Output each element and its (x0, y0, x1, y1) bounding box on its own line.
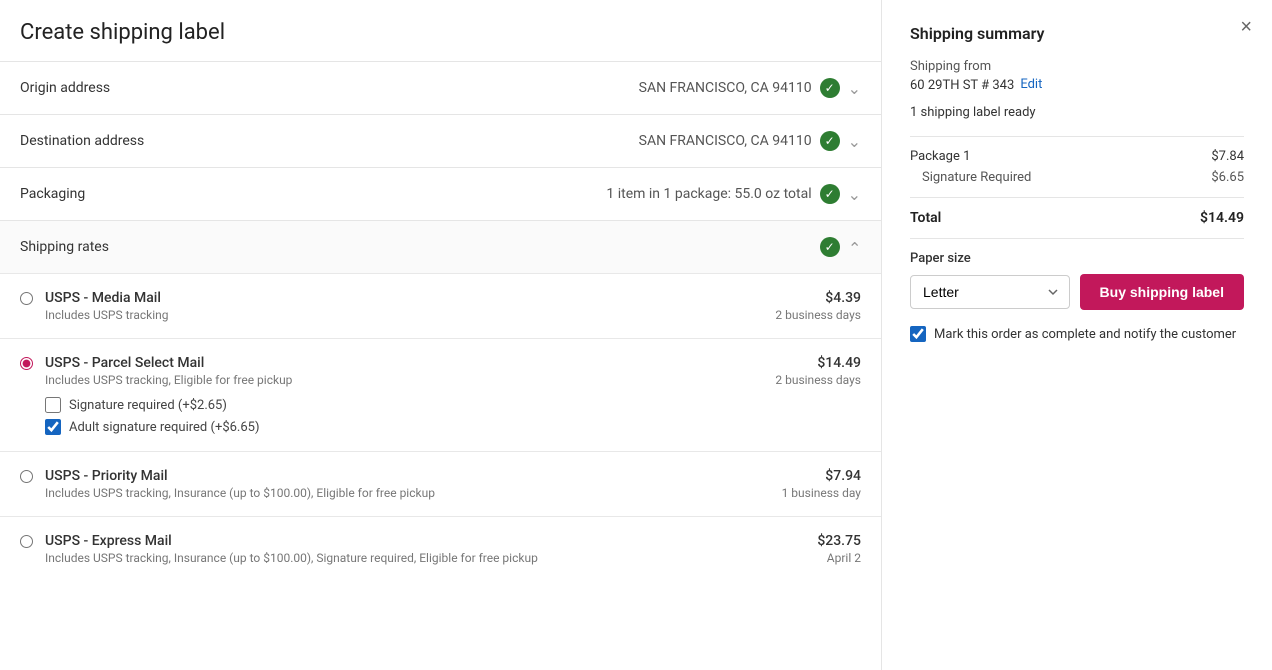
signature-label: Signature Required (922, 170, 1031, 185)
shipping-rates-right: ✓ ⌄ (820, 237, 861, 257)
rate-option-inner-media_mail: USPS - Media Mail Includes USPS tracking… (20, 290, 861, 322)
destination-address-label: Destination address (20, 133, 144, 149)
rate-desc-express_mail: Includes USPS tracking, Insurance (up to… (45, 551, 801, 565)
packaging-row[interactable]: Packaging 1 item in 1 package: 55.0 oz t… (0, 167, 881, 220)
from-label: Shipping from (910, 59, 1244, 74)
package-price: $7.84 (1211, 149, 1244, 164)
packaging-check-icon: ✓ (820, 184, 840, 204)
rate-radio-parcel_select[interactable] (20, 357, 33, 370)
rate-option-inner-express_mail: USPS - Express Mail Includes USPS tracki… (20, 533, 861, 565)
paper-size-row: Letter 4x6 Buy shipping label (910, 274, 1244, 310)
rate-name-media_mail: USPS - Media Mail (45, 290, 759, 306)
rate-desc-priority_mail: Includes USPS tracking, Insurance (up to… (45, 486, 766, 500)
divider-3 (910, 238, 1244, 239)
rate-radio-priority_mail[interactable] (20, 470, 33, 483)
origin-address-label: Origin address (20, 80, 110, 96)
rate-price-col-media_mail: $4.39 2 business days (775, 290, 861, 322)
addon-checkbox-adult_sig[interactable] (45, 419, 61, 435)
from-address: 60 29TH ST # 343 (910, 78, 1014, 93)
origin-address-value: SAN FRANCISCO, CA 94110 (639, 80, 812, 96)
edit-address-link[interactable]: Edit (1020, 77, 1042, 92)
origin-address-right: SAN FRANCISCO, CA 94110 ✓ ⌄ (639, 78, 861, 98)
packaging-value: 1 item in 1 package: 55.0 oz total (606, 186, 811, 202)
buy-label-button[interactable]: Buy shipping label (1080, 274, 1244, 310)
rate-days-priority_mail: 1 business day (782, 486, 861, 500)
destination-check-icon: ✓ (820, 131, 840, 151)
divider-1 (910, 136, 1244, 137)
rate-price-parcel_select: $14.49 (775, 355, 861, 371)
rate-name-express_mail: USPS - Express Mail (45, 533, 801, 549)
addon-row-adult_sig: Adult signature required (+$6.65) (45, 419, 759, 435)
package-label: Package 1 (910, 149, 970, 164)
rate-price-media_mail: $4.39 (775, 290, 861, 306)
rate-details-media_mail: USPS - Media Mail Includes USPS tracking (45, 290, 759, 322)
rate-price-col-priority_mail: $7.94 1 business day (782, 468, 861, 500)
rate-details-priority_mail: USPS - Priority Mail Includes USPS track… (45, 468, 766, 500)
rate-days-media_mail: 2 business days (775, 308, 861, 322)
close-button[interactable]: × (1240, 16, 1252, 39)
rate-addons: Signature required (+$2.65) Adult signat… (45, 397, 759, 435)
destination-address-row[interactable]: Destination address SAN FRANCISCO, CA 94… (0, 114, 881, 167)
signature-line: Signature Required $6.65 (910, 170, 1244, 185)
rate-options-container: USPS - Media Mail Includes USPS tracking… (0, 273, 881, 581)
modal-header: Create shipping label (0, 20, 881, 61)
origin-address-row[interactable]: Origin address SAN FRANCISCO, CA 94110 ✓… (0, 61, 881, 114)
shipping-from-section: Shipping from 60 29TH ST # 343 Edit (910, 59, 1244, 93)
rates-chevron-icon: ⌄ (848, 238, 861, 257)
origin-check-icon: ✓ (820, 78, 840, 98)
signature-price: $6.65 (1211, 170, 1244, 185)
modal-title: Create shipping label (20, 20, 225, 45)
packaging-label: Packaging (20, 186, 85, 202)
modal-container: Create shipping label Origin address SAN… (0, 0, 1272, 670)
total-label: Total (910, 210, 941, 226)
rate-option-media_mail: USPS - Media Mail Includes USPS tracking… (0, 273, 881, 338)
origin-chevron-icon: ⌄ (848, 79, 861, 98)
rate-price-express_mail: $23.75 (817, 533, 861, 549)
summary-title: Shipping summary (910, 24, 1244, 43)
addon-checkbox-sig_required[interactable] (45, 397, 61, 413)
addon-label-adult_sig: Adult signature required (+$6.65) (69, 420, 260, 435)
rate-radio-express_mail[interactable] (20, 535, 33, 548)
rate-option-express_mail: USPS - Express Mail Includes USPS tracki… (0, 516, 881, 581)
label-ready-text: 1 shipping label ready (910, 105, 1244, 120)
rate-name-parcel_select: USPS - Parcel Select Mail (45, 355, 759, 371)
shipping-rates-label: Shipping rates (20, 239, 109, 255)
mark-complete-checkbox[interactable] (910, 326, 926, 342)
destination-chevron-icon: ⌄ (848, 132, 861, 151)
paper-size-select[interactable]: Letter 4x6 (910, 275, 1070, 309)
rate-details-parcel_select: USPS - Parcel Select Mail Includes USPS … (45, 355, 759, 435)
rate-days-parcel_select: 2 business days (775, 373, 861, 387)
mark-complete-row: Mark this order as complete and notify t… (910, 326, 1244, 342)
shipping-rates-header[interactable]: Shipping rates ✓ ⌄ (0, 220, 881, 273)
rate-desc-media_mail: Includes USPS tracking (45, 308, 759, 322)
rate-radio-media_mail[interactable] (20, 292, 33, 305)
rate-option-parcel_select: USPS - Parcel Select Mail Includes USPS … (0, 338, 881, 451)
divider-2 (910, 197, 1244, 198)
destination-address-right: SAN FRANCISCO, CA 94110 ✓ ⌄ (639, 131, 861, 151)
addon-label-sig_required: Signature required (+$2.65) (69, 398, 227, 413)
packaging-right: 1 item in 1 package: 55.0 oz total ✓ ⌄ (606, 184, 861, 204)
rate-days-express_mail: April 2 (817, 551, 861, 565)
rate-name-priority_mail: USPS - Priority Mail (45, 468, 766, 484)
rate-price-priority_mail: $7.94 (782, 468, 861, 484)
addon-row-sig_required: Signature required (+$2.65) (45, 397, 759, 413)
rate-price-col-express_mail: $23.75 April 2 (817, 533, 861, 565)
mark-complete-label: Mark this order as complete and notify t… (934, 327, 1236, 342)
left-panel: Create shipping label Origin address SAN… (0, 0, 882, 670)
package-line: Package 1 $7.84 (910, 149, 1244, 164)
total-line: Total $14.49 (910, 210, 1244, 226)
rate-option-priority_mail: USPS - Priority Mail Includes USPS track… (0, 451, 881, 516)
right-panel: × Shipping summary Shipping from 60 29TH… (882, 0, 1272, 670)
rate-option-inner-parcel_select: USPS - Parcel Select Mail Includes USPS … (20, 355, 861, 435)
paper-size-label: Paper size (910, 251, 1244, 266)
packaging-chevron-icon: ⌄ (848, 185, 861, 204)
rate-option-inner-priority_mail: USPS - Priority Mail Includes USPS track… (20, 468, 861, 500)
total-price: $14.49 (1200, 210, 1244, 226)
destination-address-value: SAN FRANCISCO, CA 94110 (639, 133, 812, 149)
rate-price-col-parcel_select: $14.49 2 business days (775, 355, 861, 387)
rate-details-express_mail: USPS - Express Mail Includes USPS tracki… (45, 533, 801, 565)
rates-check-icon: ✓ (820, 237, 840, 257)
rate-desc-parcel_select: Includes USPS tracking, Eligible for fre… (45, 373, 759, 387)
